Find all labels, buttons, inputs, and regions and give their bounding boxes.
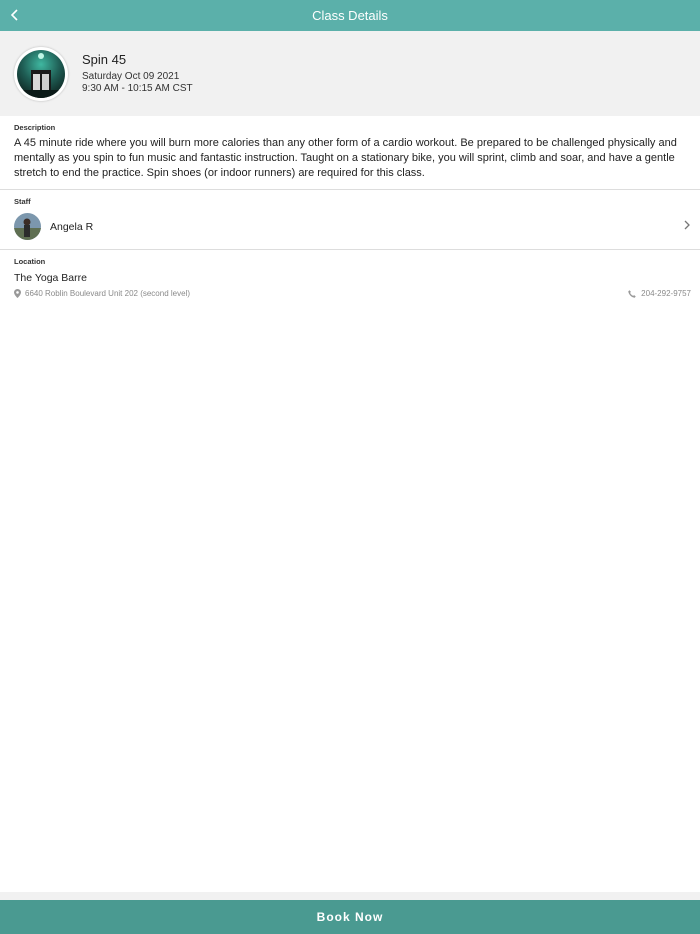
book-now-button[interactable]: Book Now <box>0 900 700 934</box>
page-title: Class Details <box>312 8 388 23</box>
map-pin-icon <box>14 289 21 298</box>
divider <box>0 189 700 190</box>
staff-name: Angela R <box>50 221 94 233</box>
staff-label: Staff <box>14 197 31 206</box>
staff-row[interactable]: Angela R <box>0 209 700 245</box>
phone-icon <box>628 289 636 298</box>
class-name: Spin 45 <box>82 52 127 67</box>
location-phone[interactable]: 204-292-9757 <box>628 289 691 298</box>
class-date: Saturday Oct 09 2021 <box>82 71 180 82</box>
location-address[interactable]: 6640 Roblin Boulevard Unit 202 (second l… <box>14 289 190 298</box>
location-label: Location <box>14 257 46 266</box>
staff-avatar <box>14 213 41 240</box>
class-image <box>14 47 68 101</box>
chevron-right-icon <box>684 220 690 230</box>
address-text: 6640 Roblin Boulevard Unit 202 (second l… <box>25 289 190 298</box>
bottom-strip <box>0 892 700 900</box>
description-text: A 45 minute ride where you will burn mor… <box>14 137 677 180</box>
navbar: Class Details <box>0 0 700 31</box>
divider <box>0 249 700 250</box>
description-label: Description <box>14 123 56 132</box>
class-header: Spin 45 Saturday Oct 09 2021 9:30 AM - 1… <box>0 31 700 116</box>
class-time: 9:30 AM - 10:15 AM CST <box>82 83 193 94</box>
phone-text: 204-292-9757 <box>641 289 691 298</box>
location-name: The Yoga Barre <box>14 272 87 284</box>
